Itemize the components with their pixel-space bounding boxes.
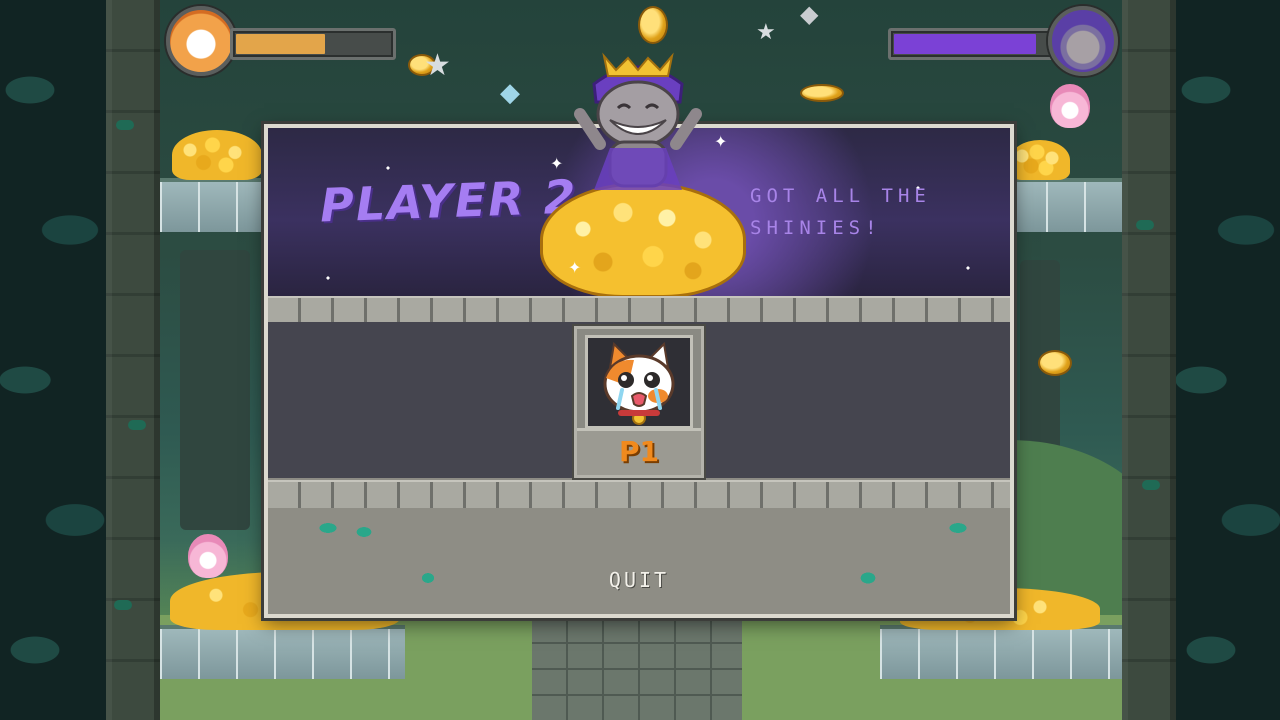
quit-button[interactable]: QUIT bbox=[589, 563, 689, 597]
stone-pillar-right bbox=[1122, 0, 1176, 720]
pink-spirit-flame-icon bbox=[1050, 84, 1090, 128]
sparkle-icon: ✦ bbox=[550, 154, 564, 173]
player1-shiny-meter bbox=[230, 28, 396, 60]
gold-coin-icon bbox=[1038, 350, 1072, 376]
sparkle-icon: ✦ bbox=[568, 258, 582, 277]
moss bbox=[128, 420, 146, 430]
winner-subtitle: GOT ALL THE SHINIES! bbox=[750, 185, 931, 239]
stone-path bbox=[532, 615, 742, 720]
dialog-footer: QUIT bbox=[268, 508, 1010, 614]
player1-meter-fill bbox=[236, 34, 325, 54]
jungle-foliage-right bbox=[1176, 0, 1280, 720]
player2-shiny-meter bbox=[888, 28, 1054, 60]
moss bbox=[116, 120, 134, 130]
stone-pillar-left bbox=[106, 0, 160, 720]
calico-cat-avatar-icon bbox=[166, 6, 236, 76]
pink-spirit-flame-icon bbox=[188, 534, 228, 578]
gold-coin-icon bbox=[638, 6, 668, 44]
results-panel: P1 bbox=[268, 322, 1010, 478]
player2-meter-fill bbox=[894, 34, 1036, 54]
gold-hoard-icon bbox=[540, 182, 746, 296]
star-sparkle-icon: ★ bbox=[756, 20, 776, 45]
moss bbox=[1136, 220, 1154, 230]
stone-divider-bottom bbox=[268, 480, 1010, 511]
tabby-cat-purple-hood-avatar-icon bbox=[1048, 6, 1118, 76]
moss bbox=[114, 600, 132, 610]
diamond-gem-icon: ◆ bbox=[500, 78, 520, 108]
grinning-tabby-cat-on-gold-icon bbox=[574, 52, 702, 190]
portrait-frame bbox=[585, 335, 693, 429]
gold-coin-icon bbox=[800, 84, 844, 102]
star-sparkle-icon: ★ bbox=[424, 48, 451, 83]
stone-ledge bbox=[160, 178, 270, 232]
stone-ledge bbox=[160, 625, 405, 679]
tree-trunk bbox=[180, 250, 250, 530]
loser-player-label: P1 bbox=[618, 435, 659, 468]
player-label-plate: P1 bbox=[577, 428, 701, 475]
sparkle-icon: ✦ bbox=[714, 132, 728, 151]
moss bbox=[1142, 480, 1160, 490]
stone-ledge bbox=[880, 625, 1122, 679]
gold-pile-icon bbox=[172, 130, 262, 180]
diamond-gem-icon: ◆ bbox=[800, 0, 819, 28]
stone-ledge bbox=[1008, 178, 1122, 232]
winner-title: PLAYER 2 bbox=[319, 169, 579, 233]
gold-pile-icon bbox=[1010, 140, 1070, 180]
player1-result-card: P1 bbox=[574, 326, 704, 478]
jungle-foliage-left bbox=[0, 0, 108, 720]
game-over-dialog: PLAYER 2 GOT ALL THE SHINIES! ✦ ✦ ✦ P1 Q… bbox=[264, 52, 1014, 618]
crying-calico-cat-icon bbox=[603, 341, 675, 425]
